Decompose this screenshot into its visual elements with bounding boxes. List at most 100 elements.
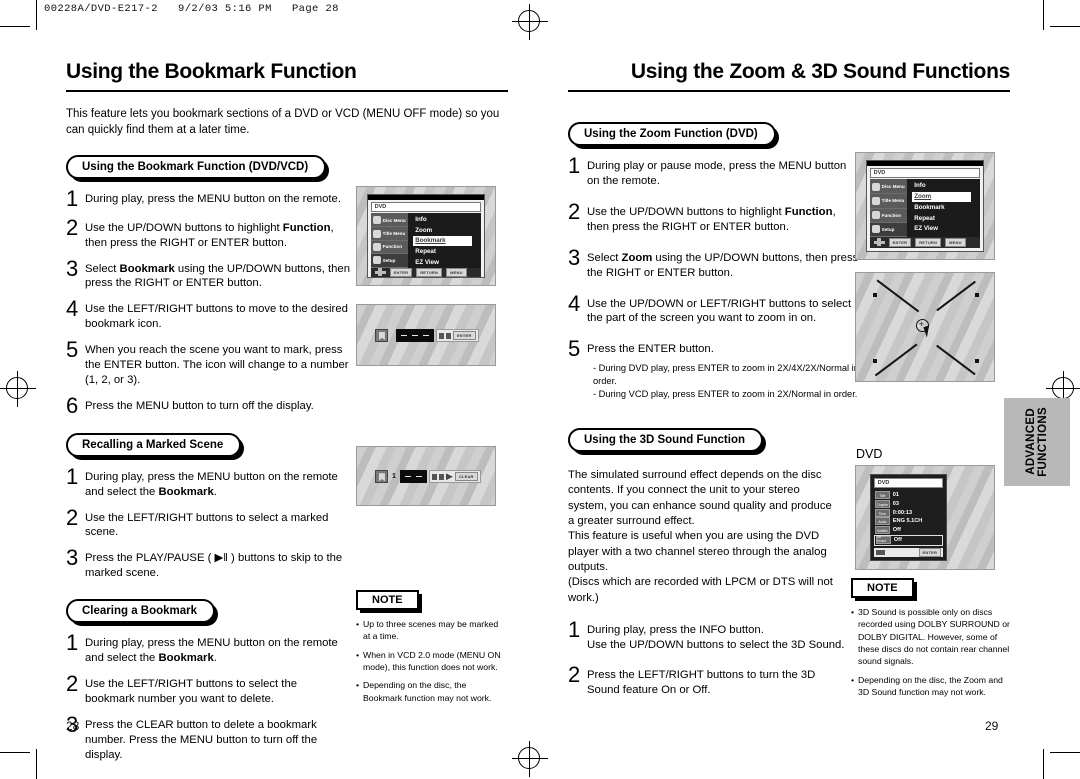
side-tab-advanced-functions: ADVANCED FUNCTIONS (1004, 398, 1070, 486)
step-number: 2 (568, 661, 581, 687)
bookmark-slot-empty (400, 334, 407, 337)
section-heading-bookmark-dvdvcd: Using the Bookmark Function (DVD/VCD) (66, 154, 330, 182)
step-number: 5 (568, 336, 581, 362)
side-tab-label: ADVANCED FUNCTIONS (1024, 407, 1049, 477)
key-enter: ENTER (452, 331, 476, 340)
info-row-3d-sound-selected[interactable]: 3D Sound Off (873, 534, 944, 546)
key-return: RETURN (416, 267, 443, 277)
key-enter: ENTER (389, 267, 413, 277)
osd-item-repeat[interactable]: Repeat (912, 214, 980, 224)
gear-icon (372, 256, 381, 265)
crop-line-bottom-left (36, 749, 37, 779)
osd-sidebar-label: Setup (382, 257, 396, 263)
steps-bookmark: 1 During play, press the MENU button on … (66, 185, 356, 417)
bookmark-slots (399, 470, 427, 484)
step-text: Press the ENTER button. - During DVD pla… (587, 339, 860, 402)
crosshair-endpoint-dot (873, 293, 877, 297)
substep-item: - During DVD play, press ENTER to zoom i… (593, 363, 859, 386)
osd-sidebar-item-title-menu[interactable]: Title Menu (370, 227, 409, 241)
osd-item-zoom[interactable]: Zoom (413, 226, 481, 236)
step-number: 1 (66, 185, 79, 211)
info-row-subtitle[interactable]: Subtitle Off (874, 526, 943, 535)
bookmark-slot-empty (422, 334, 429, 337)
step-item: 2 Press the LEFT/RIGHT buttons to turn t… (568, 661, 846, 698)
osd-item-zoom-selected[interactable]: Zoom (912, 192, 971, 202)
section-heading-clearing-bookmark: Clearing a Bookmark (66, 599, 219, 627)
info-row-title[interactable]: Title 01 (874, 490, 943, 499)
3d-sound-icon: 3D Sound (875, 535, 891, 545)
step-item: 3 Press the CLEAR button to delete a boo… (66, 713, 344, 763)
title-menu-icon (871, 196, 880, 205)
osd-sidebar-item-function[interactable]: Function (869, 209, 908, 223)
info-row-time[interactable]: Time 0:00:13 (874, 508, 943, 517)
crosshair-endpoint-dot (975, 293, 979, 297)
step-item: 1 During play, press the MENU button on … (66, 465, 344, 500)
step-text: Use the UP/DOWN buttons to highlight Fun… (85, 221, 334, 249)
step-text: During play, press the MENU button on th… (85, 637, 338, 665)
note-list: • Up to three scenes may be marked at a … (356, 618, 506, 704)
osd-item-list: Info Zoom Bookmark Repeat EZ View (907, 179, 980, 236)
note-item: • When in VCD 2.0 mode (MENU ON mode), t… (356, 649, 506, 674)
osd-sidebar-item-setup[interactable]: Setup (869, 222, 908, 237)
crosshair-line-diag-3 (874, 343, 918, 377)
step-number: 2 (66, 214, 79, 240)
info-row-chapter[interactable]: Chapter 03 (874, 499, 943, 508)
step-item: 1 During play, press the MENU button on … (66, 185, 356, 211)
dpad-icon (873, 238, 885, 247)
step-item: 2 Use the UP/DOWN buttons to highlight F… (568, 201, 860, 235)
osd-sidebar-item-disc-menu[interactable]: Disc Menu (869, 180, 908, 195)
osd-top-bar (367, 194, 485, 200)
crosshair-endpoint-dot (873, 359, 877, 363)
bookmark-slot-empty (411, 334, 418, 337)
note-label: NOTE (356, 590, 419, 610)
info-value: 01 (892, 491, 900, 498)
step-text: Press the LEFT/RIGHT buttons to turn the… (587, 668, 816, 696)
left-arrow-icon (438, 332, 444, 339)
osd-sidebar-item-setup[interactable]: Setup (370, 254, 409, 268)
osd-sidebar: Disc Menu Title Menu Function Setup (370, 212, 409, 268)
bookmark-osd-strip: 1 CLEAR (374, 470, 481, 484)
bookmark-icon (374, 470, 388, 484)
osd-item-bookmark-selected[interactable]: Bookmark (413, 236, 472, 247)
osd-sidebar-item-disc-menu[interactable]: Disc Menu (370, 214, 409, 228)
gear-icon (871, 225, 880, 234)
osd-item-info[interactable]: Info (912, 181, 980, 191)
osd-sidebar-item-function[interactable]: Function (370, 241, 409, 255)
osd-item-repeat[interactable]: Repeat (413, 247, 481, 257)
title-menu-icon (372, 229, 381, 238)
bullet-icon: • (356, 649, 360, 660)
right-title-rule: Using the Zoom & 3D Sound Functions (568, 60, 1010, 93)
step-number: 2 (66, 670, 79, 696)
bookmark-key-hints: CLEAR (428, 470, 481, 484)
clock-icon: Time (874, 508, 890, 517)
step-text: During play, press the INFO button. Use t… (587, 624, 845, 652)
osd-item-info[interactable]: Info (413, 215, 481, 225)
step-text: Select Zoom using the UP/DOWN buttons, t… (587, 251, 859, 279)
section-heading-3d-sound: Using the 3D Sound Function (568, 427, 766, 455)
osd-info-footer: ENTER (873, 547, 944, 557)
bullet-icon: • (356, 619, 360, 629)
osd-sidebar-item-title-menu[interactable]: Title Menu (869, 194, 908, 209)
step-text: Use the LEFT/RIGHT buttons to select a m… (85, 511, 329, 539)
osd-sidebar-label: Function (382, 244, 403, 250)
step-text: During play, press the MENU button on th… (85, 470, 338, 498)
osd-item-ez-view[interactable]: EZ View (912, 224, 980, 234)
crosshair-line-diag-1 (876, 279, 920, 313)
audio-icon: Audio (874, 517, 890, 526)
step-number: 1 (66, 630, 79, 656)
disc-menu-icon (871, 182, 880, 191)
osd-item-bookmark[interactable]: Bookmark (912, 203, 980, 213)
osd-item-ez-view[interactable]: EZ View (413, 258, 481, 268)
zoom-crosshair-overlay (856, 273, 994, 381)
step-text: Select Bookmark using the UP/DOWN button… (85, 262, 350, 290)
osd-item-list: Info Zoom Bookmark Repeat EZ View (408, 213, 481, 268)
title-icon: Title (874, 490, 890, 499)
key-enter: ENTER (888, 237, 912, 247)
crosshair-endpoint-dot (975, 359, 979, 363)
info-row-audio[interactable]: Audio ENG 5.1CH (874, 517, 943, 526)
step-item: 6 Press the MENU button to turn off the … (66, 394, 356, 417)
osd-menu: DVD Disc Menu Title Menu Function Setup (366, 193, 486, 279)
info-value: ENG 5.1CH (892, 518, 923, 525)
registration-mark-left (0, 371, 36, 407)
osd-footer: ENTER RETURN MENU (869, 236, 981, 248)
